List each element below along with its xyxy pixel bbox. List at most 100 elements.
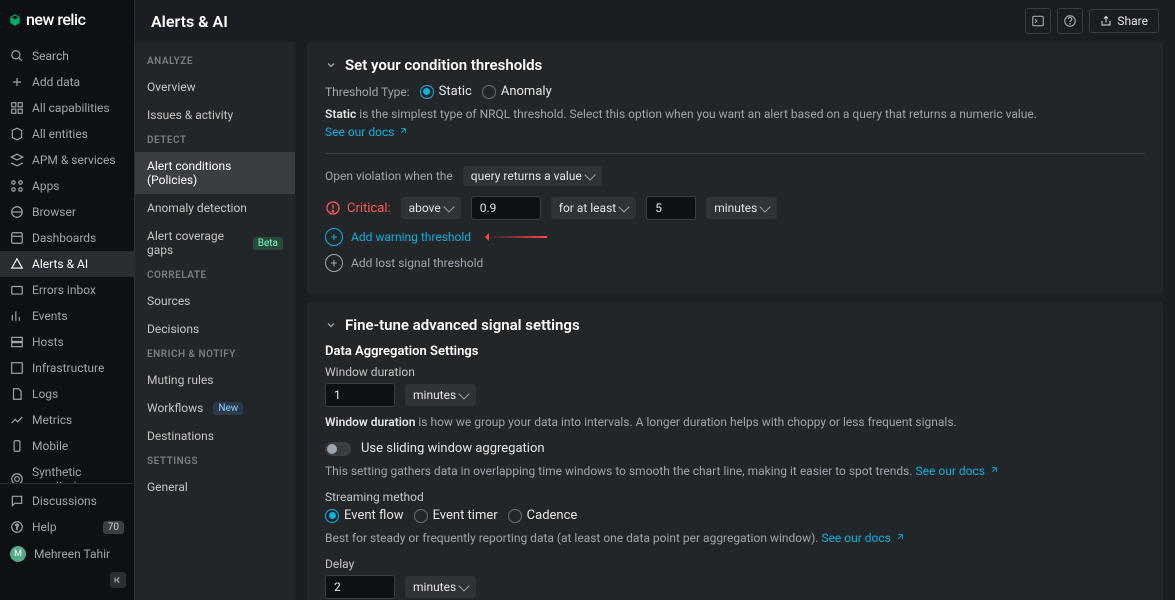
nav-capabilities[interactable]: All capabilities [0, 95, 134, 121]
subnav-sources[interactable]: Sources [135, 287, 295, 315]
subnav-workflows[interactable]: WorkflowsNew [135, 394, 295, 422]
secondary-nav: ANALYZE Overview Issues & activity DETEC… [135, 42, 295, 600]
infra-icon [10, 361, 24, 375]
help-icon: ? [10, 520, 24, 534]
for-value-input[interactable] [646, 196, 696, 220]
query-returns-pill[interactable]: query returns a value [463, 166, 602, 186]
window-value-input[interactable] [325, 383, 395, 407]
finetune-title: Fine-tune advanced signal settings [345, 316, 580, 334]
minutes-select[interactable]: minutes [706, 197, 777, 219]
finetune-card: Fine-tune advanced signal settings Data … [307, 302, 1163, 600]
add-lost-signal[interactable]: + Add lost signal threshold [325, 254, 1145, 272]
nav-dashboards[interactable]: Dashboards [0, 225, 134, 251]
nav-help[interactable]: ?Help70 [0, 514, 134, 540]
subnav-general[interactable]: General [135, 473, 295, 501]
caret-icon [760, 201, 771, 212]
chat-icon [10, 494, 24, 508]
globe-icon [10, 205, 24, 219]
grid-icon [10, 101, 24, 115]
data-agg-heading: Data Aggregation Settings [325, 344, 1145, 359]
radio-dot [482, 85, 496, 99]
delay-unit-select[interactable]: minutes [405, 576, 476, 598]
nav-events[interactable]: Events [0, 303, 134, 329]
thresholds-card: Set your condition thresholds Threshold … [307, 42, 1163, 294]
nav-infra[interactable]: Infrastructure [0, 355, 134, 381]
subnav-decisions[interactable]: Decisions [135, 315, 295, 343]
annotation-arrow [487, 236, 547, 238]
nav-errors[interactable]: Errors inbox [0, 277, 134, 303]
nav-search[interactable]: Search [0, 43, 134, 69]
delay-label: Delay [325, 557, 1145, 571]
nav-alerts[interactable]: Alerts & AI [0, 251, 134, 277]
file-icon [10, 387, 24, 401]
add-warning[interactable]: + Add warning threshold [325, 228, 1145, 246]
nav-apm[interactable]: APM & services [0, 147, 134, 173]
layers-icon [10, 153, 24, 167]
beta-badge: Beta [253, 237, 283, 250]
share-button[interactable]: Share [1089, 9, 1159, 33]
thresholds-header[interactable]: Set your condition thresholds [325, 56, 1145, 74]
logo-text: new relic [26, 10, 85, 29]
streaming-label: Streaming method [325, 490, 1145, 504]
terminal-icon [1031, 14, 1045, 28]
external-icon [894, 533, 904, 543]
help-button[interactable] [1057, 8, 1083, 34]
logo[interactable]: new relic [0, 0, 134, 39]
subnav-destinations[interactable]: Destinations [135, 422, 295, 450]
subnav-header-detect: DETECT [135, 129, 295, 152]
chevron-down-icon [325, 59, 337, 71]
nav-logs[interactable]: Logs [0, 381, 134, 407]
external-icon [397, 127, 407, 137]
above-select[interactable]: above [401, 197, 461, 219]
subnav-overview[interactable]: Overview [135, 73, 295, 101]
chart-icon [10, 309, 24, 323]
new-badge: New [213, 402, 243, 415]
caret-icon [459, 388, 470, 399]
window-desc: Window duration is how we group your dat… [325, 413, 1145, 431]
stream-desc: Best for steady or frequently reporting … [325, 529, 1145, 547]
window-unit-select[interactable]: minutes [405, 384, 476, 406]
external-icon [988, 466, 998, 476]
nav-hosts[interactable]: Hosts [0, 329, 134, 355]
for-at-least-select[interactable]: for at least [551, 197, 636, 219]
critical-value-input[interactable] [471, 196, 541, 220]
box-icon [10, 127, 24, 141]
radio-anomaly[interactable]: Anomaly [482, 84, 552, 99]
subnav-header-settings: SETTINGS [135, 450, 295, 473]
nav-user[interactable]: MMehreen Tahir [0, 540, 134, 568]
nav-entities[interactable]: All entities [0, 121, 134, 147]
query-button[interactable] [1025, 8, 1051, 34]
collapse-sidebar[interactable] [110, 572, 126, 588]
delay-value-input[interactable] [325, 575, 395, 599]
search-icon [10, 49, 24, 63]
radio-static[interactable]: Static [420, 84, 472, 99]
nav-metrics[interactable]: Metrics [0, 407, 134, 433]
subnav-issues[interactable]: Issues & activity [135, 101, 295, 129]
nav-add-data[interactable]: Add data [0, 69, 134, 95]
see-docs-link-3[interactable]: See our docs [821, 529, 903, 547]
radio-cadence[interactable]: Cadence [508, 508, 578, 523]
alert-icon [10, 257, 24, 271]
divider [325, 153, 1145, 154]
metrics-icon [10, 413, 24, 427]
subnav-muting[interactable]: Muting rules [135, 366, 295, 394]
subnav-alert-conditions[interactable]: Alert conditions (Policies) [135, 152, 295, 194]
nav-browser[interactable]: Browser [0, 199, 134, 225]
nav-discussions[interactable]: Discussions [0, 488, 134, 514]
nav-mobile[interactable]: Mobile [0, 433, 134, 459]
nav-apps[interactable]: Apps [0, 173, 134, 199]
see-docs-link-2[interactable]: See our docs [916, 462, 998, 480]
main: Alerts & AI Share ANALYZE Overview Issue… [135, 0, 1175, 600]
finetune-header[interactable]: Fine-tune advanced signal settings [325, 316, 1145, 334]
sliding-toggle[interactable] [325, 442, 351, 456]
open-violation-label: Open violation when the [325, 169, 453, 183]
collapse-icon [113, 575, 123, 585]
radio-dot-checked [420, 85, 434, 99]
thresholds-title: Set your condition thresholds [345, 56, 542, 74]
see-docs-link[interactable]: See our docs [325, 123, 407, 141]
subnav-coverage[interactable]: Alert coverage gapsBeta [135, 222, 295, 264]
subnav-anomaly[interactable]: Anomaly detection [135, 194, 295, 222]
radio-eventtimer[interactable]: Event timer [414, 508, 498, 523]
nav-synthetic[interactable]: Synthetic monitoring [0, 459, 134, 483]
radio-eventflow[interactable]: Event flow [325, 508, 404, 523]
